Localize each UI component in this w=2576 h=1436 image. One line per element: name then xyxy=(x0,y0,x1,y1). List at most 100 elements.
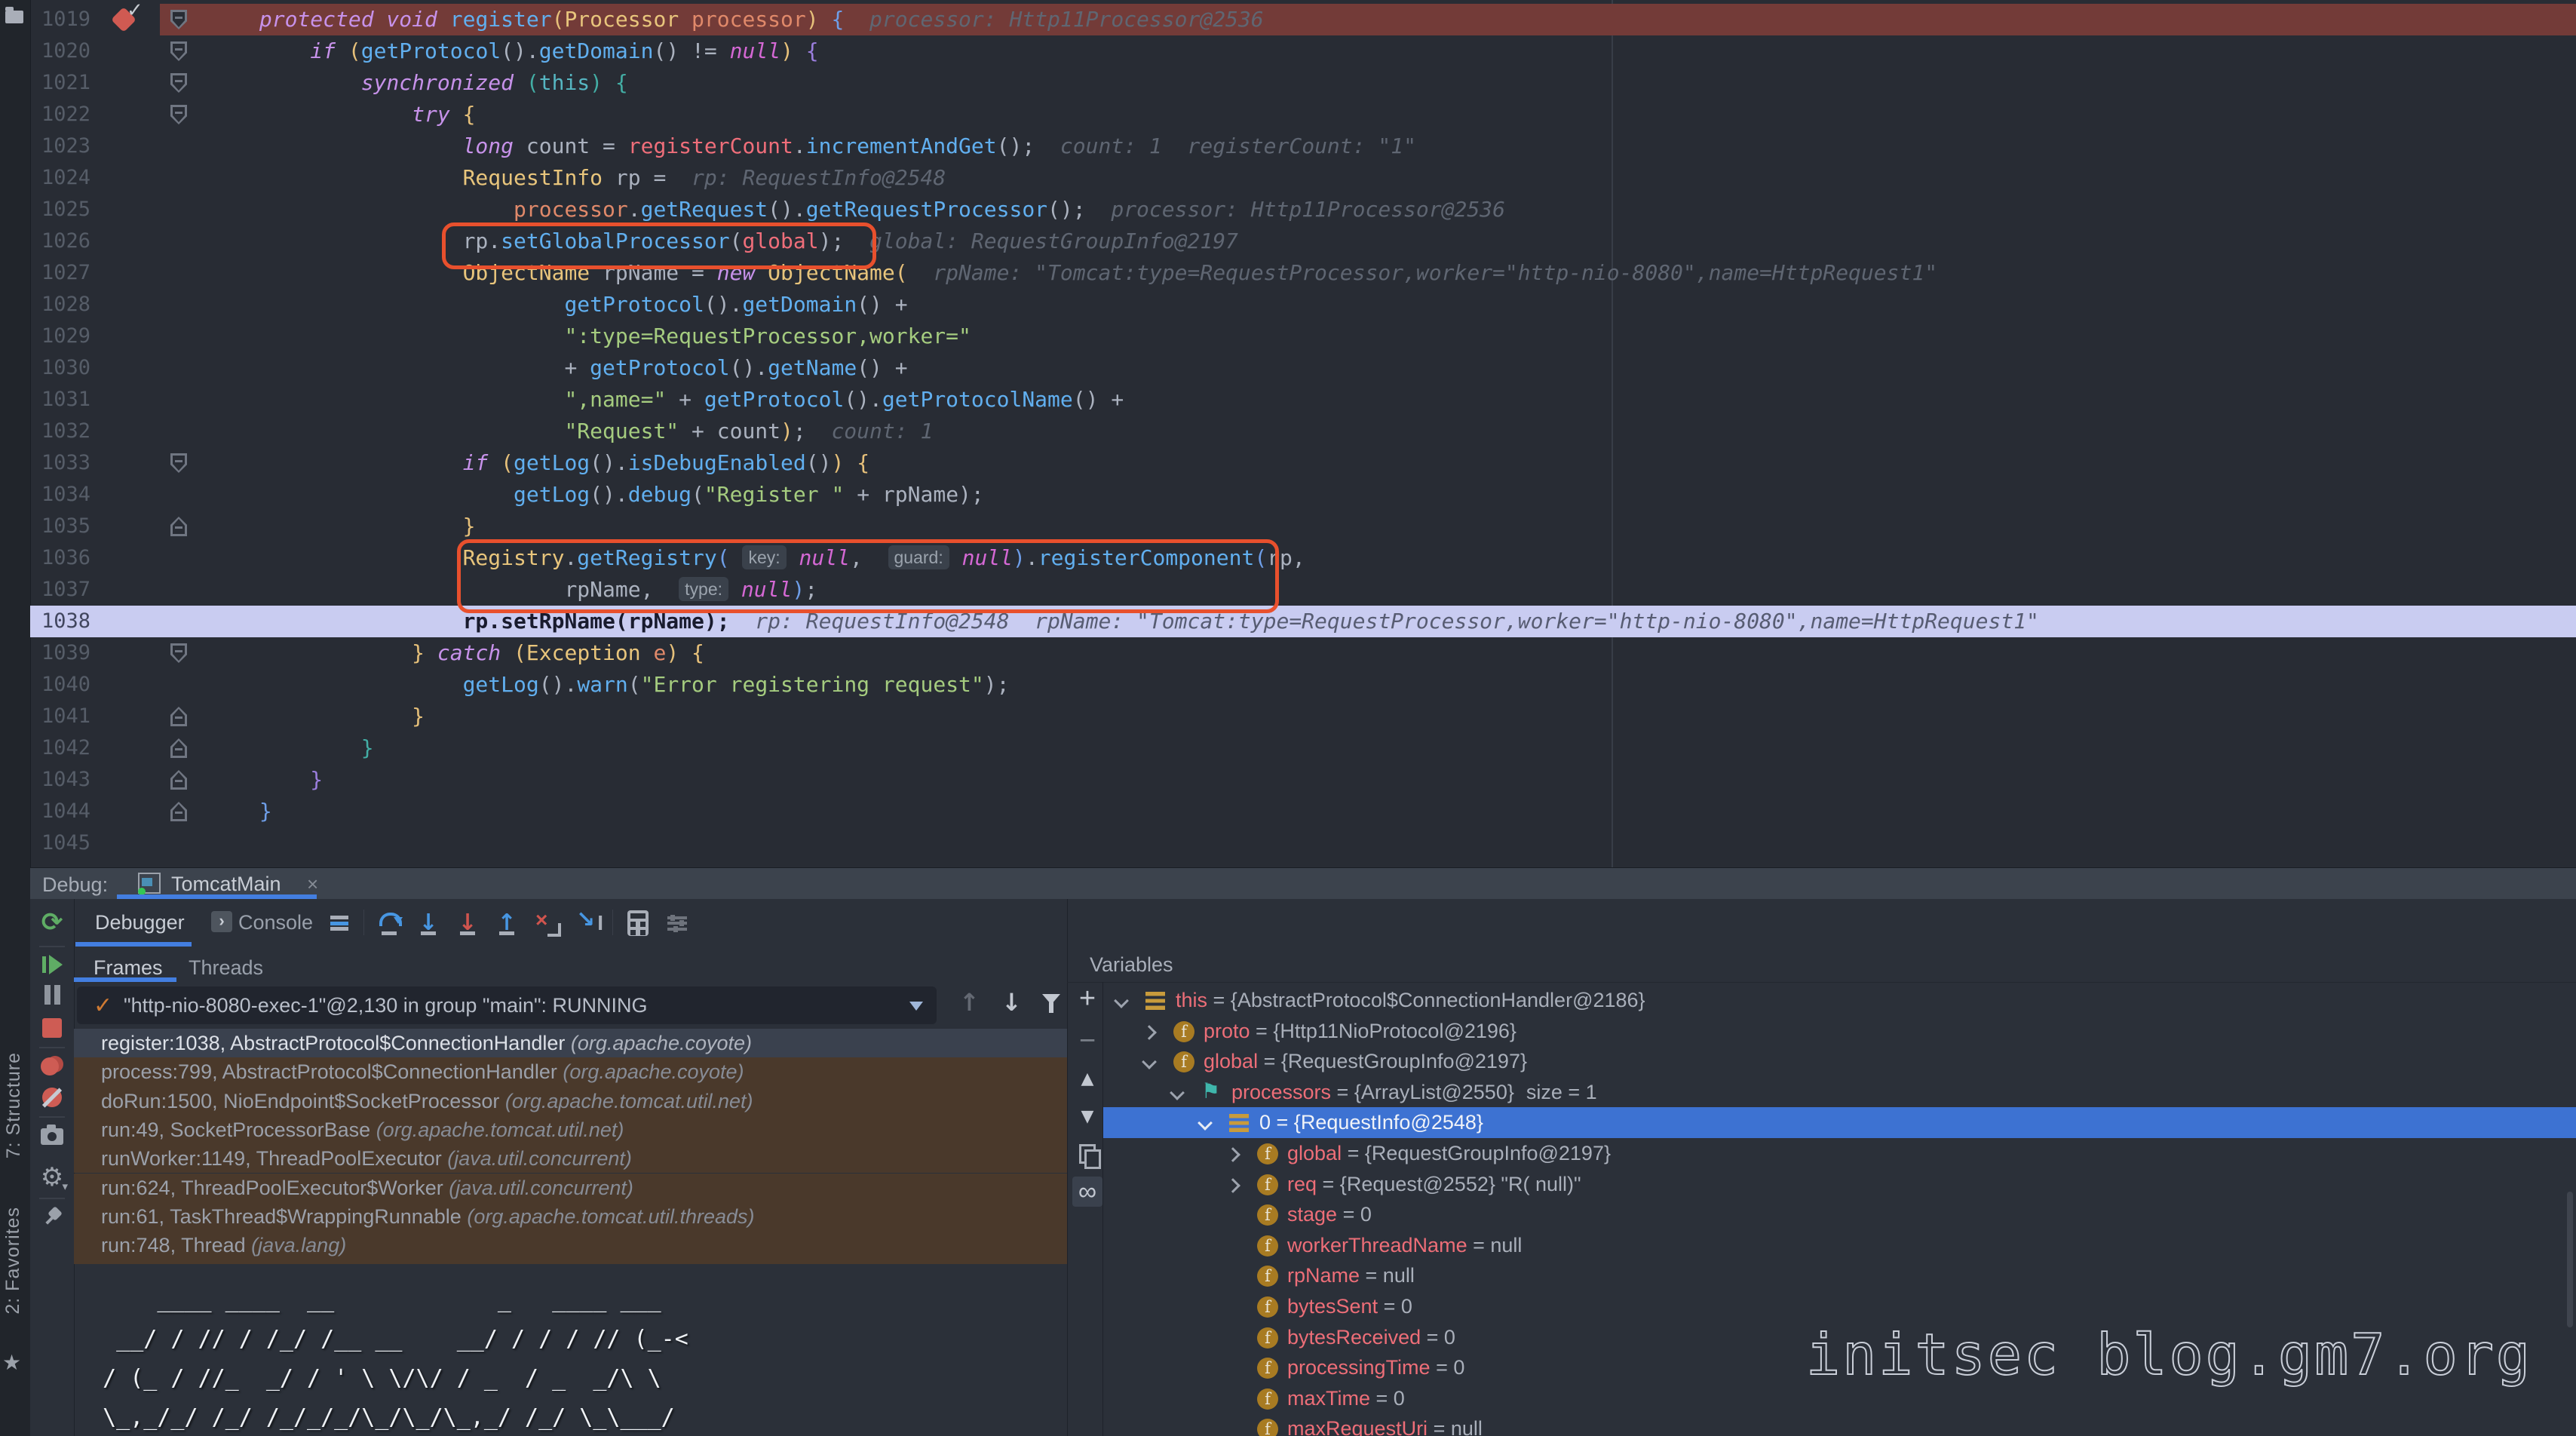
stop-button[interactable] xyxy=(38,1014,66,1042)
chevron-right-icon[interactable] xyxy=(1225,1147,1240,1162)
code-line-1041[interactable]: 1041 } xyxy=(30,701,2576,732)
toolbar-separator xyxy=(363,910,364,935)
code-line-1023[interactable]: 1023 long count = registerCount.incremen… xyxy=(30,130,2576,162)
remove-watch-button[interactable]: − xyxy=(1072,1026,1102,1056)
view-breakpoints-button[interactable] xyxy=(38,1051,66,1080)
thread-selector-dropdown[interactable]: ✓ "http-nio-8080-exec-1"@2,130 in group … xyxy=(77,986,937,1024)
stack-frame-row[interactable]: doRun:1500, NioEndpoint$SocketProcessor … xyxy=(74,1087,1067,1115)
variable-row-bytesSent[interactable]: fbytesSent = 0 xyxy=(1103,1291,2576,1322)
step-out-button[interactable]: ↑ xyxy=(492,908,522,938)
variable-row-workerThreadName[interactable]: fworkerThreadName = null xyxy=(1103,1230,2576,1261)
code-line-1045[interactable]: 1045 xyxy=(30,827,2576,859)
chevron-down-icon[interactable] xyxy=(1170,1085,1185,1100)
code-line-1034[interactable]: 1034 getLog().debug("Register " + rpName… xyxy=(30,479,2576,511)
variable-row-global[interactable]: fglobal = {RequestGroupInfo@2197} xyxy=(1103,1138,2576,1169)
resume-button[interactable] xyxy=(38,950,66,979)
code-line-1024[interactable]: 1024 RequestInfo rp = rp: RequestInfo@25… xyxy=(30,162,2576,194)
stack-frame-row[interactable]: run:624, ThreadPoolExecutor$Worker (java… xyxy=(74,1174,1067,1202)
stack-frame-row[interactable]: run:748, Thread (java.lang) xyxy=(74,1231,1067,1260)
step-over-button[interactable] xyxy=(374,908,404,938)
run-to-cursor-button[interactable]: ↘I xyxy=(575,908,605,938)
variable-row-rpName[interactable]: frpName = null xyxy=(1103,1260,2576,1291)
tab-threads[interactable]: Threads xyxy=(189,956,263,980)
mute-breakpoints-button[interactable] xyxy=(38,1083,66,1112)
code-editor[interactable]: 1019✓ protected void register(Processor … xyxy=(30,0,2576,867)
duplicate-watch-button[interactable] xyxy=(1072,1139,1102,1169)
thread-dump-button[interactable] xyxy=(38,1122,66,1151)
frame-up-button[interactable]: ↑ xyxy=(959,988,980,1017)
stack-frame-row[interactable]: register:1038, AbstractProtocol$Connecti… xyxy=(74,1029,1067,1057)
code-line-1020[interactable]: 1020 if (getProtocol().getDomain() != nu… xyxy=(30,35,2576,67)
evaluate-expression-button[interactable] xyxy=(623,908,653,938)
chevron-down-icon[interactable] xyxy=(1198,1115,1213,1131)
variable-row-maxRequestUri[interactable]: fmaxRequestUri = null xyxy=(1103,1413,2576,1436)
resume-icon xyxy=(42,955,62,974)
variable-row-req[interactable]: freq = {Request@2552} "R( null)" xyxy=(1103,1169,2576,1200)
chevron-right-icon[interactable] xyxy=(1142,1025,1157,1040)
layout-settings-button[interactable] xyxy=(662,908,692,938)
new-watch-button[interactable]: + xyxy=(1072,983,1102,1014)
force-step-into-button[interactable]: ↓ xyxy=(452,908,483,938)
code-line-1022[interactable]: 1022 try { xyxy=(30,99,2576,130)
project-folder-icon[interactable] xyxy=(5,11,23,23)
variable-row-this[interactable]: this = {AbstractProtocol$ConnectionHandl… xyxy=(1103,985,2576,1016)
structure-tool-button[interactable]: 7: Structure xyxy=(3,1052,25,1162)
chevron-down-icon[interactable] xyxy=(1114,993,1129,1008)
filter-frames-icon[interactable] xyxy=(1042,994,1060,1005)
variable-row-processors[interactable]: ⚑processors = {ArrayList@2550}size = 1 xyxy=(1103,1077,2576,1108)
tab-debugger[interactable]: Debugger xyxy=(95,911,185,934)
variables-scrollbar[interactable] xyxy=(2567,1192,2573,1327)
code-line-1026[interactable]: 1026 rp.setGlobalProcessor(global); glob… xyxy=(30,226,2576,257)
code-line-1030[interactable]: 1030 + getProtocol().getName() + xyxy=(30,352,2576,384)
drop-frame-button[interactable]: × xyxy=(532,908,563,938)
code-line-1043[interactable]: 1043 } xyxy=(30,764,2576,796)
frames-tab-underline xyxy=(74,977,176,982)
code-line-1040[interactable]: 1040 getLog().warn("Error registering re… xyxy=(30,669,2576,701)
line-number: 1045 xyxy=(30,827,90,859)
move-watch-down-button[interactable]: ▼ xyxy=(1072,1101,1102,1131)
code-line-1039[interactable]: 1039 } catch (Exception e) { xyxy=(30,637,2576,669)
code-line-1028[interactable]: 1028 getProtocol().getDomain() + xyxy=(30,289,2576,321)
tab-console[interactable]: Console xyxy=(238,911,313,934)
frame-down-button[interactable]: ↓ xyxy=(1001,988,1022,1017)
code-line-1032[interactable]: 1032 "Request" + count); count: 1 xyxy=(30,416,2576,447)
code-line-1029[interactable]: 1029 ":type=RequestProcessor,worker=" xyxy=(30,321,2576,352)
variable-row-proto[interactable]: fproto = {Http11NioProtocol@2196} xyxy=(1103,1016,2576,1047)
step-into-button[interactable]: ↓ xyxy=(413,908,443,938)
code-line-1027[interactable]: 1027 ObjectName rpName = new ObjectName(… xyxy=(30,257,2576,289)
variable-row-0[interactable]: 0 = {RequestInfo@2548} xyxy=(1103,1107,2576,1138)
code-line-1042[interactable]: 1042 } xyxy=(30,732,2576,764)
code-line-1036[interactable]: 1036 Registry.getRegistry( key: null, gu… xyxy=(30,542,2576,574)
code-text: ObjectName rpName = new ObjectName( rpNa… xyxy=(158,257,1937,289)
stack-frame-row[interactable]: run:61, TaskThread$WrappingRunnable (org… xyxy=(74,1202,1067,1231)
variable-row-stage[interactable]: fstage = 0 xyxy=(1103,1199,2576,1230)
debugger-settings-button[interactable]: ⚙ xyxy=(38,1163,66,1192)
code-line-1037[interactable]: 1037 rpName, type: null); xyxy=(30,574,2576,606)
chevron-right-icon[interactable] xyxy=(1225,1178,1240,1193)
show-watches-toggle[interactable]: ∞ xyxy=(1072,1177,1102,1207)
code-line-1031[interactable]: 1031 ",name=" + getProtocol().getProtoco… xyxy=(30,384,2576,416)
tab-frames[interactable]: Frames xyxy=(94,956,163,980)
stack-frame-row[interactable]: process:799, AbstractProtocol$Connection… xyxy=(74,1057,1067,1086)
variable-row-global[interactable]: fglobal = {RequestGroupInfo@2197} xyxy=(1103,1046,2576,1077)
stack-frame-row[interactable]: run:49, SocketProcessorBase (org.apache.… xyxy=(74,1115,1067,1144)
field-icon: f xyxy=(1257,1419,1278,1436)
code-line-1025[interactable]: 1025 processor.getRequest().getRequestPr… xyxy=(30,194,2576,226)
move-watch-up-button[interactable]: ▲ xyxy=(1072,1063,1102,1094)
code-line-1044[interactable]: 1044 } xyxy=(30,796,2576,827)
favorites-tool-button[interactable]: 2: Favorites ★ xyxy=(2,1207,24,1318)
code-line-1021[interactable]: 1021 synchronized (this) { xyxy=(30,67,2576,99)
line-number: 1024 xyxy=(30,162,90,194)
pin-tab-button[interactable] xyxy=(38,1202,66,1231)
show-execution-point-button[interactable] xyxy=(324,908,354,938)
code-line-1038[interactable]: 1038 rp.setRpName(rpName); rp: RequestIn… xyxy=(30,606,2576,637)
line-number: 1021 xyxy=(30,67,90,99)
code-line-1033[interactable]: 1033 if (getLog().isDebugEnabled()) { xyxy=(30,447,2576,479)
code-line-1035[interactable]: 1035 } xyxy=(30,511,2576,542)
chevron-down-icon[interactable] xyxy=(1142,1054,1157,1069)
rerun-button[interactable]: ⟳ xyxy=(38,908,66,937)
stack-frame-row[interactable]: runWorker:1149, ThreadPoolExecutor (java… xyxy=(74,1144,1067,1173)
pause-button[interactable] xyxy=(38,980,66,1009)
code-line-1019[interactable]: 1019✓ protected void register(Processor … xyxy=(30,4,2576,35)
close-tab-icon[interactable]: × xyxy=(307,873,318,896)
